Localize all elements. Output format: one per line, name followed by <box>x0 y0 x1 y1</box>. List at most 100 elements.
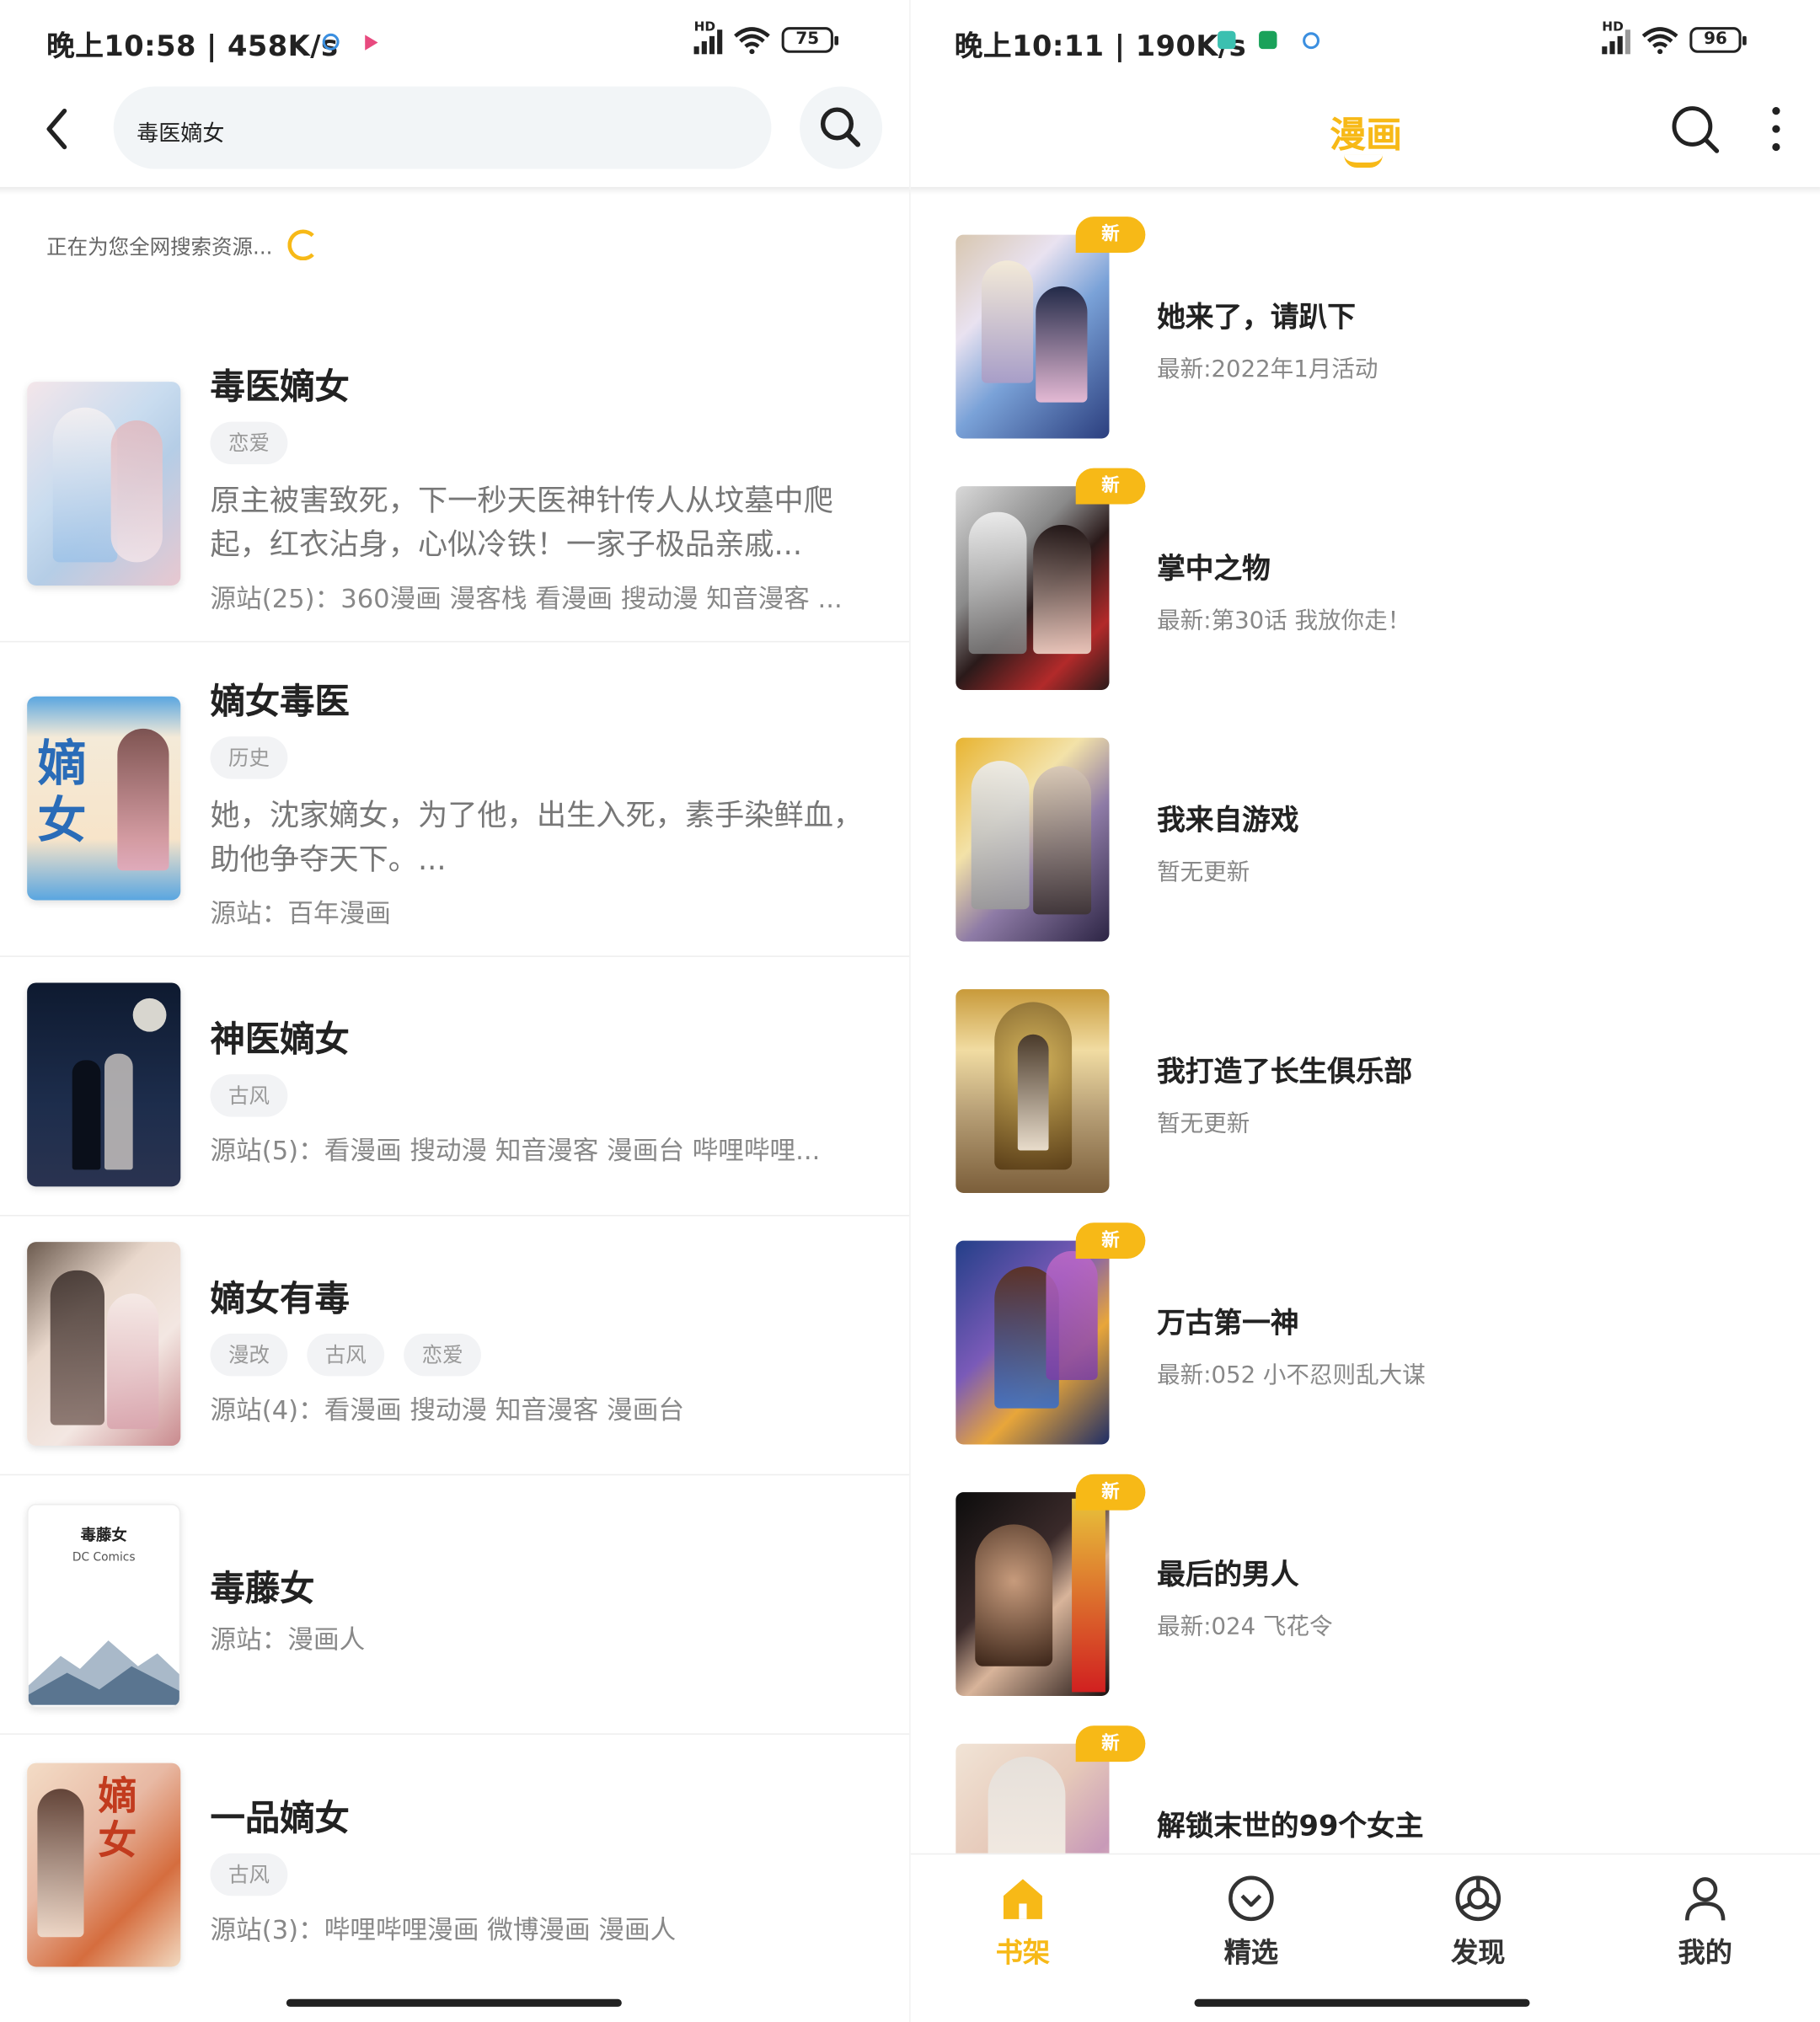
result-item[interactable]: 毒藤女 DC Comics 毒藤女 源站：漫画人 <box>0 1475 910 1735</box>
result-item[interactable]: 神医嫡女 古风 源站(5)：看漫画 搜动漫 知音漫客 漫画台 哔哩哔哩... <box>0 957 910 1217</box>
result-title: 一品嫡女 <box>210 1799 350 1839</box>
comic-update: 最新:2022年1月活动 <box>1157 356 1378 383</box>
home-icon <box>1003 1879 1042 1919</box>
result-tags: 古风 <box>210 1074 288 1117</box>
comic-cover <box>956 737 1110 942</box>
result-cover <box>27 1242 181 1447</box>
comic-title: 我打造了长生俱乐部 <box>1157 1056 1413 1089</box>
play-icon <box>365 35 378 51</box>
search-input[interactable]: 毒医嫡女 <box>113 86 772 169</box>
header-shadow <box>910 186 1820 195</box>
shelf-item[interactable]: 新 她来了，请趴下 最新:2022年1月活动 <box>911 217 1820 441</box>
shelf-item[interactable]: 新 最后的男人 最新:024 飞花令 <box>911 1474 1820 1698</box>
status-time: 晚上10:11 | 190K/s <box>954 30 1247 64</box>
result-sources: 源站：漫画人 <box>210 1623 366 1656</box>
tag: 历史 <box>210 736 288 779</box>
search-icon[interactable] <box>1669 103 1721 154</box>
shelf-item[interactable]: 解锁末世的99个女主 <box>911 1743 1820 1855</box>
search-screen: 晚上10:58 | 458K/s HD 75 毒医嫡女 正在为您全网搜索资源..… <box>0 0 910 2022</box>
new-badge: 新 <box>1075 468 1146 505</box>
comic-cover <box>956 1492 1110 1697</box>
result-sources: 源站(25)：360漫画 漫客栈 看漫画 搜动漫 知音漫客 ... <box>210 582 843 614</box>
tab-bookshelf[interactable]: 书架 <box>958 1873 1087 1976</box>
comic-title: 掌中之物 <box>1157 553 1271 586</box>
comic-cover <box>956 234 1110 439</box>
back-arrow-icon[interactable] <box>39 103 78 154</box>
tab-discover[interactable]: 发现 <box>1414 1873 1543 1976</box>
status-bar: 晚上10:58 | 458K/s HD 75 <box>0 0 909 80</box>
search-query: 毒医嫡女 <box>136 120 225 147</box>
tag: 恋爱 <box>210 421 288 465</box>
tab-label: 我的 <box>1678 1937 1732 1969</box>
result-sources: 源站(3)：哔哩哔哩漫画 微博漫画 漫画人 <box>210 1913 677 1945</box>
new-badge: 新 <box>1075 1222 1146 1260</box>
comic-title: 我来自游戏 <box>1157 805 1299 837</box>
result-title: 毒藤女 <box>210 1569 315 1610</box>
new-badge: 新 <box>1075 1474 1146 1511</box>
shelf-item[interactable]: 新 掌中之物 最新:第30话 我放你走！ <box>911 468 1820 693</box>
shelf-item[interactable]: 我打造了长生俱乐部 暂无更新 <box>911 989 1820 1196</box>
wifi-icon <box>1641 27 1678 55</box>
tab-featured[interactable]: 精选 <box>1186 1873 1315 1976</box>
signal-label: HD <box>1602 20 1624 35</box>
status-icons: HD 96 <box>1602 20 1747 55</box>
tag: 古风 <box>307 1333 385 1377</box>
tab-label: 书架 <box>995 1937 1051 1969</box>
tab-label: 精选 <box>1223 1937 1279 1969</box>
result-title: 嫡女有毒 <box>210 1279 350 1320</box>
download-icon <box>1259 30 1277 50</box>
tab-label: 发现 <box>1451 1937 1506 1969</box>
wifi-icon <box>734 27 770 55</box>
discover-icon <box>1455 1875 1502 1922</box>
tab-profile[interactable]: 我的 <box>1641 1873 1769 1976</box>
comic-update: 暂无更新 <box>1157 859 1250 886</box>
result-cover <box>27 982 181 1187</box>
app-icon <box>1218 30 1236 50</box>
result-tags: 漫改 古风 恋爱 <box>210 1333 482 1377</box>
result-cover: 嫡女 <box>27 696 181 901</box>
cloud-icon <box>322 33 340 51</box>
result-tags: 古风 <box>210 1853 288 1896</box>
comic-title: 万古第一神 <box>1157 1308 1299 1340</box>
search-icon <box>820 107 861 147</box>
home-indicator[interactable] <box>1194 1998 1530 2007</box>
app-root: 晚上10:58 | 458K/s HD 75 毒医嫡女 正在为您全网搜索资源..… <box>0 0 1820 2022</box>
searching-status: 正在为您全网搜索资源... <box>46 229 319 261</box>
comic-cover <box>956 989 1110 1193</box>
more-options-icon[interactable] <box>1767 106 1785 152</box>
cover-title: 毒藤女 <box>80 1525 127 1544</box>
signal-label: HD <box>693 20 716 35</box>
new-badge: 新 <box>1075 1725 1146 1763</box>
result-tags: 历史 <box>210 736 288 779</box>
comic-update: 暂无更新 <box>1157 1110 1250 1138</box>
bottom-tab-bar: 书架 精选 发现 我的 <box>910 1853 1820 2022</box>
bookshelf-screen: 晚上10:11 | 190K/s HD 96 漫画 新 她来了，请趴下 最新:2… <box>910 0 1820 2022</box>
search-button[interactable] <box>800 86 883 169</box>
shelf-item[interactable]: 我来自游戏 暂无更新 <box>911 737 1820 944</box>
searching-text: 正在为您全网搜索资源... <box>46 234 273 259</box>
app-title: 漫画 <box>1330 113 1403 157</box>
result-title: 神医嫡女 <box>210 1019 350 1061</box>
tag: 漫改 <box>210 1333 288 1377</box>
result-title: 嫡女毒医 <box>210 682 350 723</box>
loading-spinner-icon <box>287 229 319 261</box>
result-item[interactable]: 嫡女 一品嫡女 古风 源站(3)：哔哩哔哩漫画 微博漫画 漫画人 <box>0 1735 909 1980</box>
result-item[interactable]: 嫡女有毒 漫改 古风 恋爱 源站(4)：看漫画 搜动漫 知音漫客 漫画台 <box>0 1217 910 1476</box>
tag: 古风 <box>210 1853 288 1896</box>
result-item[interactable]: 嫡女 嫡女毒医 历史 她，沈家嫡女，为了他，出生入死，素手染鲜血，助他争夺天下。… <box>0 642 910 957</box>
result-cover <box>27 382 181 586</box>
result-description: 原主被害致死，下一秒天医神针传人从坟墓中爬起，红衣沾身，心似冷铁！一家子极品亲戚… <box>210 484 833 563</box>
status-icons: HD 75 <box>693 20 839 55</box>
result-item[interactable]: 毒医嫡女 恋爱 原主被害致死，下一秒天医神针传人从坟墓中爬起，红衣沾身，心似冷铁… <box>0 348 910 643</box>
comic-title: 她来了，请趴下 <box>1157 302 1356 334</box>
home-indicator[interactable] <box>286 1998 622 2007</box>
battery-indicator: 75 <box>781 27 839 53</box>
shelf-item[interactable]: 新 万古第一神 最新:052 小不忍则乱大谋 <box>911 1222 1820 1447</box>
tag: 古风 <box>210 1074 288 1117</box>
result-cover: 嫡女 <box>27 1763 181 1967</box>
signal-icon: HD <box>693 20 723 55</box>
header-shadow <box>0 186 910 195</box>
comic-cover <box>956 1240 1110 1445</box>
comic-update: 最新:第30话 我放你走！ <box>1157 607 1411 635</box>
cloud-icon <box>1303 32 1320 50</box>
